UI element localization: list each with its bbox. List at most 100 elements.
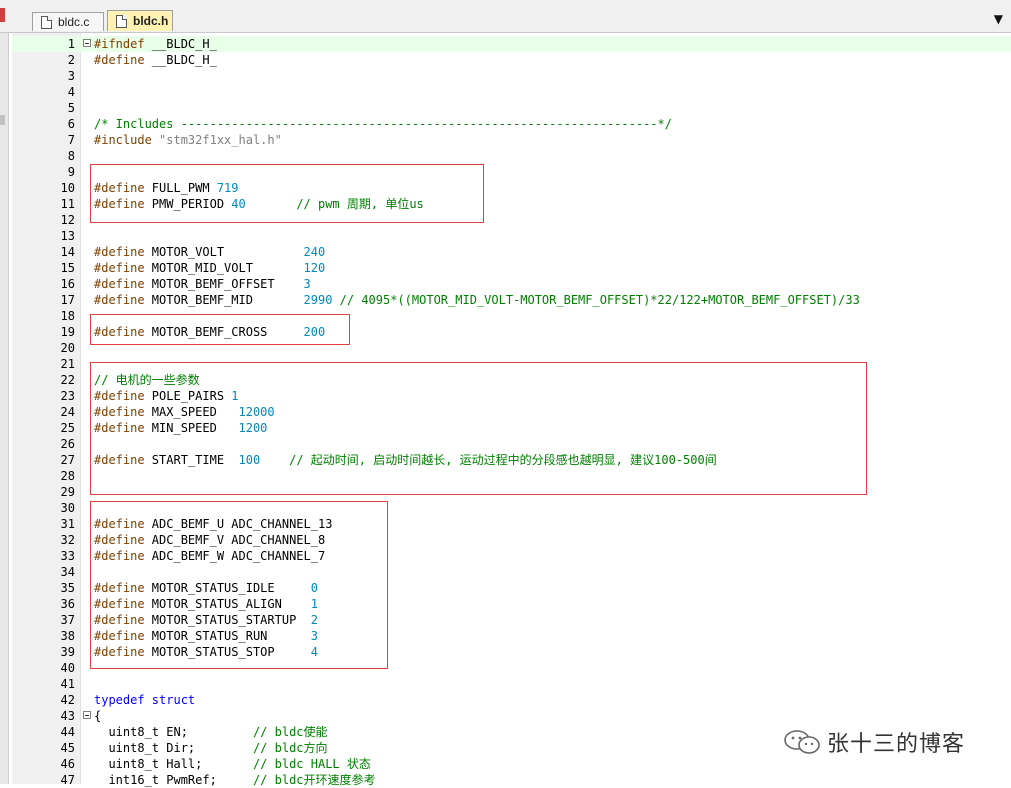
- line-number: 22: [60, 373, 75, 387]
- line-number: 40: [60, 661, 75, 675]
- line-number: 1: [67, 37, 75, 51]
- code-text: uint8_t Hall; // bldc HALL 状态: [94, 757, 371, 771]
- line-number: 15: [60, 261, 75, 275]
- line-number: 36: [60, 597, 75, 611]
- code-line[interactable]: 3: [12, 68, 1011, 84]
- code-line[interactable]: 32 #define ADC_BEMF_V ADC_CHANNEL_8: [12, 532, 1011, 548]
- code-text: #define MOTOR_VOLT 240: [94, 245, 326, 259]
- line-number: 11: [60, 197, 75, 211]
- code-text: #define MOTOR_STATUS_IDLE 0: [94, 581, 318, 595]
- line-number: 12: [60, 213, 75, 227]
- code-line[interactable]: 5: [12, 100, 1011, 116]
- code-line[interactable]: 36 #define MOTOR_STATUS_ALIGN 1: [12, 596, 1011, 612]
- code-line[interactable]: 28: [12, 468, 1011, 484]
- code-text: uint8_t EN; // bldc使能: [94, 725, 328, 739]
- code-line[interactable]: 18: [12, 308, 1011, 324]
- line-number: 37: [60, 613, 75, 627]
- code-line[interactable]: 33 #define ADC_BEMF_W ADC_CHANNEL_7: [12, 548, 1011, 564]
- code-line[interactable]: 2 #define __BLDC_H_: [12, 52, 1011, 68]
- line-number: 30: [60, 501, 75, 515]
- line-number: 44: [60, 725, 75, 739]
- line-number: 20: [60, 341, 75, 355]
- code-text: #define MOTOR_STATUS_RUN 3: [94, 629, 318, 643]
- tab-bar: bldc.c bldc.h ▼: [0, 0, 1011, 33]
- code-line[interactable]: 42 typedef struct: [12, 692, 1011, 708]
- code-text: #define ADC_BEMF_U ADC_CHANNEL_13: [94, 517, 333, 531]
- code-line[interactable]: 17 #define MOTOR_BEMF_MID 2990 // 4095*((…: [12, 292, 1011, 308]
- code-editor[interactable]: 1 #ifndef __BLDC_H_ 2 #define __BLDC_H_ 3 4 5 6…: [12, 33, 1011, 787]
- side-panel-edge: [0, 33, 9, 784]
- line-number: 14: [60, 245, 75, 259]
- code-text: #include "stm32f1xx_hal.h": [94, 133, 282, 147]
- code-text: #define MAX_SPEED 12000: [94, 405, 275, 419]
- code-line[interactable]: 1 #ifndef __BLDC_H_: [12, 36, 1011, 52]
- code-line[interactable]: 30: [12, 500, 1011, 516]
- code-line[interactable]: 4: [12, 84, 1011, 100]
- code-text: #define ADC_BEMF_V ADC_CHANNEL_8: [94, 533, 326, 547]
- code-line[interactable]: 20: [12, 340, 1011, 356]
- tab-label: bldc.c: [58, 15, 90, 29]
- line-number: 35: [60, 581, 75, 595]
- code-line[interactable]: 40: [12, 660, 1011, 676]
- code-text: #define MOTOR_STATUS_STOP 4: [94, 645, 318, 659]
- line-number: 2: [67, 53, 75, 67]
- code-line[interactable]: 34: [12, 564, 1011, 580]
- panel-marker: [0, 115, 5, 125]
- line-number: 23: [60, 389, 75, 403]
- code-text: // 电机的一些参数: [94, 373, 200, 387]
- code-line[interactable]: 8: [12, 148, 1011, 164]
- code-text: #define MOTOR_BEMF_CROSS 200: [94, 325, 326, 339]
- code-line[interactable]: 37 #define MOTOR_STATUS_STARTUP 2: [12, 612, 1011, 628]
- code-line[interactable]: 16 #define MOTOR_BEMF_OFFSET 3: [12, 276, 1011, 292]
- code-line[interactable]: 25 #define MIN_SPEED 1200: [12, 420, 1011, 436]
- line-number: 3: [67, 69, 75, 83]
- code-line[interactable]: 13: [12, 228, 1011, 244]
- code-text: #define __BLDC_H_: [94, 53, 217, 67]
- code-line[interactable]: 41: [12, 676, 1011, 692]
- code-line[interactable]: 43 {: [12, 708, 1011, 724]
- line-number: 41: [60, 677, 75, 691]
- tab-list-dropdown-icon[interactable]: ▼: [994, 12, 1003, 26]
- line-number: 34: [60, 565, 75, 579]
- code-text: #define MOTOR_BEMF_OFFSET 3: [94, 277, 311, 291]
- code-line[interactable]: 29: [12, 484, 1011, 500]
- code-line[interactable]: 9: [12, 164, 1011, 180]
- file-icon: [116, 14, 127, 28]
- code-line[interactable]: 24 #define MAX_SPEED 12000: [12, 404, 1011, 420]
- code-line[interactable]: 23 #define POLE_PAIRS 1: [12, 388, 1011, 404]
- tab-bldc-h[interactable]: bldc.h: [107, 10, 173, 31]
- line-number: 47: [60, 773, 75, 787]
- tab-label: bldc.h: [133, 14, 169, 28]
- code-line[interactable]: 22 // 电机的一些参数: [12, 372, 1011, 388]
- code-line[interactable]: 14 #define MOTOR_VOLT 240: [12, 244, 1011, 260]
- code-line[interactable]: 6 /* Includes ---------------------------…: [12, 116, 1011, 132]
- code-text: #ifndef __BLDC_H_: [94, 37, 217, 51]
- code-line[interactable]: 10 #define FULL_PWM 719: [12, 180, 1011, 196]
- code-line[interactable]: 47 int16_t PwmRef; // bldc开环速度参考: [12, 772, 1011, 788]
- code-line[interactable]: 27 #define START_TIME 100 // 起动时间, 启动时间越长…: [12, 452, 1011, 468]
- code-text: #define MOTOR_MID_VOLT 120: [94, 261, 326, 275]
- line-number: 19: [60, 325, 75, 339]
- fold-toggle-icon[interactable]: [83, 39, 91, 47]
- code-line[interactable]: 35 #define MOTOR_STATUS_IDLE 0: [12, 580, 1011, 596]
- code-line[interactable]: 7 #include "stm32f1xx_hal.h": [12, 132, 1011, 148]
- code-text: /* Includes ----------------------------…: [94, 117, 672, 131]
- line-number: 33: [60, 549, 75, 563]
- code-line[interactable]: 12: [12, 212, 1011, 228]
- watermark-text: 张十三的博客: [827, 732, 966, 757]
- watermark: 张十三的博客: [783, 724, 965, 760]
- tab-bldc-c[interactable]: bldc.c: [32, 12, 104, 31]
- line-number: 25: [60, 421, 75, 435]
- code-line[interactable]: 26: [12, 436, 1011, 452]
- code-line[interactable]: 31 #define ADC_BEMF_U ADC_CHANNEL_13: [12, 516, 1011, 532]
- line-number: 17: [60, 293, 75, 307]
- code-text: uint8_t Dir; // bldc方向: [94, 741, 328, 755]
- code-line[interactable]: 38 #define MOTOR_STATUS_RUN 3: [12, 628, 1011, 644]
- code-line[interactable]: 15 #define MOTOR_MID_VOLT 120: [12, 260, 1011, 276]
- code-line[interactable]: 19 #define MOTOR_BEMF_CROSS 200: [12, 324, 1011, 340]
- code-line[interactable]: 39 #define MOTOR_STATUS_STOP 4: [12, 644, 1011, 660]
- code-line[interactable]: 11 #define PMW_PERIOD 40 // pwm 周期, 单位us: [12, 196, 1011, 212]
- fold-toggle-icon[interactable]: [83, 711, 91, 719]
- line-number: 4: [67, 85, 75, 99]
- code-line[interactable]: 21: [12, 356, 1011, 372]
